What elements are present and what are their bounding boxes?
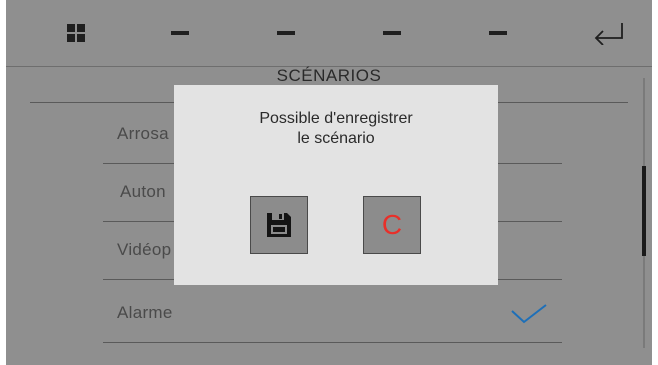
screen: SCÉNARIOS Arrosa Auton Vidéop Alarme Pos… (6, 0, 652, 365)
toolbar-slot-1[interactable] (146, 0, 214, 66)
list-item[interactable]: Alarme (103, 285, 562, 343)
toolbar-slot-2[interactable] (252, 0, 320, 66)
toolbar-slot-4[interactable] (464, 0, 532, 66)
list-item-label: Vidéop (117, 240, 172, 259)
check-icon (511, 304, 547, 324)
dialog-message-line: Possible d'enregistrer (259, 110, 413, 127)
list-item-label: Arrosa (117, 124, 169, 143)
list-item-label: Auton (120, 182, 166, 201)
back-button[interactable] (574, 0, 642, 66)
return-arrow-icon (594, 23, 623, 45)
floppy-disk-icon (267, 213, 291, 237)
dash-icon (489, 31, 507, 35)
scrollbar-thumb[interactable] (642, 166, 646, 256)
dash-icon (277, 31, 295, 35)
save-button[interactable] (250, 196, 308, 254)
dialog-message-line: le scénario (297, 130, 375, 147)
cancel-label: C (381, 209, 403, 240)
dash-icon (383, 31, 401, 35)
list-item-label: Alarme (117, 303, 173, 322)
save-dialog: Possible d'enregistrer le scénario C (174, 85, 498, 285)
dash-icon (171, 31, 189, 35)
page-title: SCÉNARIOS (276, 66, 382, 85)
grid-icon (67, 24, 85, 42)
cancel-button[interactable]: C (363, 196, 421, 254)
dialog-message: Possible d'enregistrer le scénario (174, 109, 498, 149)
menu-button[interactable] (42, 0, 110, 66)
toolbar-slot-3[interactable] (358, 0, 426, 66)
toolbar (6, 0, 652, 67)
row-divider (103, 342, 562, 343)
